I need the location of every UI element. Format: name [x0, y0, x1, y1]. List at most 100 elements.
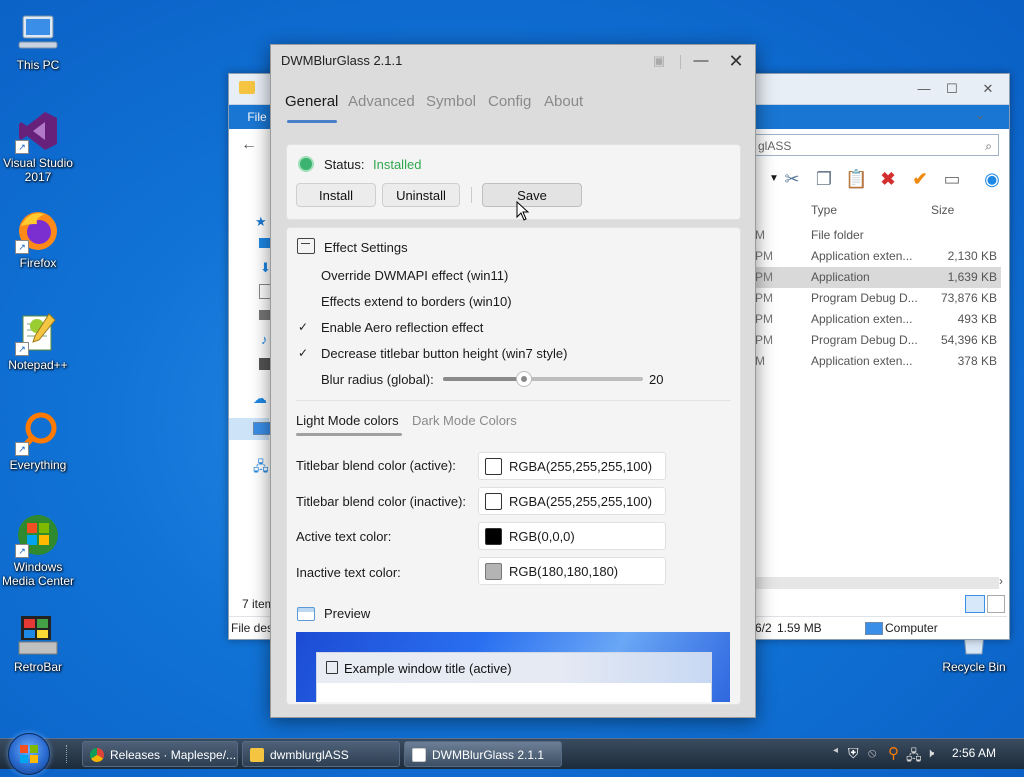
quick-access-star-icon[interactable]: ★	[255, 214, 267, 230]
shell-icon[interactable]: ◉	[981, 168, 1003, 190]
scroll-right-icon[interactable]: ›	[999, 574, 1003, 588]
folder-icon	[239, 81, 255, 94]
taskbar-item-explorer[interactable]: dwmblurglASS	[242, 741, 400, 767]
desktop-icon-everything[interactable]: ↗ Everything	[0, 410, 76, 472]
desktop-icon-firefox[interactable]: ↗ Firefox	[0, 208, 76, 270]
column-header-size[interactable]: Size	[931, 199, 954, 221]
file-row[interactable]: PM Program Debug D... 73,876 KB	[755, 288, 1001, 309]
details-view-icon[interactable]	[965, 595, 985, 613]
status-label: Status:	[324, 157, 365, 172]
tab-config[interactable]: Config	[488, 93, 531, 110]
close-icon[interactable]: ✕	[977, 78, 999, 100]
desktop-icon-label: Recycle Bin	[942, 660, 1006, 674]
folder-icon	[250, 748, 264, 762]
desktop-icon-retrobar[interactable]: RetroBar	[0, 612, 76, 674]
maximize-icon[interactable]: ☐	[941, 78, 963, 100]
override-dwmapi-checkbox[interactable]	[296, 268, 310, 282]
tab-about[interactable]: About	[544, 93, 583, 110]
uninstall-button[interactable]: Uninstall	[382, 183, 460, 207]
cut-icon[interactable]: ✂	[781, 168, 803, 190]
shortcut-arrow-icon: ↗	[15, 240, 29, 254]
file-row[interactable]: PM Program Debug D... 54,396 KB	[755, 330, 1001, 351]
inactive-text-color-field[interactable]: RGB(180,180,180)	[478, 557, 666, 585]
everything-tray-icon[interactable]: ⚲	[888, 744, 899, 762]
tiles-view-icon[interactable]	[987, 595, 1005, 613]
taskbar-item-chrome[interactable]: Releases · Maplespe/...	[82, 741, 238, 767]
taskbar-grip	[66, 745, 71, 763]
tab-general[interactable]: General	[285, 93, 338, 110]
blur-radius-checkbox[interactable]	[296, 372, 310, 386]
dwmblurglass-window[interactable]: DWMBlurGlass 2.1.1 ▣ — ✕ General Advance…	[270, 44, 756, 718]
help-icon[interactable]: ?	[991, 108, 998, 122]
search-input[interactable]: glASS ⌕	[755, 134, 999, 156]
tray-expand-icon[interactable]: ◂	[833, 745, 838, 756]
chrome-icon	[90, 748, 104, 762]
aero-reflection-checkbox[interactable]: ✓	[296, 320, 310, 334]
delete-icon[interactable]: ✖	[877, 168, 899, 190]
onedrive-icon[interactable]: ☁	[253, 390, 267, 407]
titlebar-active-color-field[interactable]: RGBA(255,255,255,100)	[478, 452, 666, 480]
chevron-down-icon[interactable]: ⌄	[975, 108, 985, 122]
save-button[interactable]: Save	[482, 183, 582, 207]
mouse-cursor-icon	[516, 201, 530, 221]
blur-radius-slider-thumb[interactable]	[516, 371, 532, 387]
titlebar-inactive-color-label: Titlebar blend color (inactive):	[296, 494, 467, 509]
desktop-icon-this-pc[interactable]: This PC	[0, 10, 76, 72]
this-pc-icon	[253, 422, 271, 435]
close-icon[interactable]: ✕	[722, 49, 750, 73]
back-arrow-icon[interactable]: ←	[241, 136, 257, 154]
color-tab-indicator	[296, 433, 402, 436]
divider	[296, 400, 731, 401]
tab-light-mode-colors[interactable]: Light Mode colors	[296, 413, 399, 428]
desktop-icon-visual-studio[interactable]: ↗ Visual Studio 2017	[0, 108, 76, 184]
color-swatch	[485, 563, 502, 580]
save-disk-icon[interactable]: ▣	[645, 49, 673, 73]
desktop-icon-label: Firefox	[19, 256, 57, 270]
file-row-selected[interactable]: PM Application 1,639 KB	[755, 267, 1001, 288]
preview-window: Example window title (active)	[316, 652, 712, 702]
active-text-color-field[interactable]: RGB(0,0,0)	[478, 522, 666, 550]
desktop-icon-windows-media-center[interactable]: ↗ Windows Media Center	[0, 512, 76, 588]
color-swatch	[485, 458, 502, 475]
checkmark-icon[interactable]: ✔	[909, 168, 931, 190]
taskbar-item-dwmblurglass[interactable]: DWMBlurGlass 2.1.1	[404, 741, 562, 767]
minimize-icon[interactable]: —	[913, 78, 935, 100]
extend-borders-label: Effects extend to borders (win10)	[321, 294, 512, 309]
windows-media-center-icon: ↗	[15, 512, 61, 558]
start-button[interactable]	[8, 733, 50, 775]
magnifier-icon: ↗	[15, 410, 61, 456]
tab-advanced[interactable]: Advanced	[348, 93, 415, 110]
network-icon[interactable]: 🖧	[253, 456, 269, 480]
status-location: Computer	[885, 621, 938, 635]
file-row[interactable]: M Application exten... 378 KB	[755, 351, 1001, 372]
file-row[interactable]: M File folder	[755, 225, 1001, 246]
color-swatch	[485, 528, 502, 545]
titlebar-height-checkbox[interactable]: ✓	[296, 346, 310, 360]
extend-borders-checkbox[interactable]	[296, 294, 310, 308]
effect-settings-title: Effect Settings	[324, 240, 408, 255]
hidden-tray-icon[interactable]: ⦸	[868, 745, 876, 761]
app-window-icon	[412, 748, 426, 762]
security-shield-icon[interactable]: ⛨	[848, 745, 859, 762]
desktop-icon-notepad-plus-plus[interactable]: ↗ Notepad++	[0, 310, 76, 372]
network-tray-icon[interactable]: 🖧	[906, 745, 922, 769]
tab-symbol[interactable]: Symbol	[426, 93, 476, 110]
blur-radius-value: 20	[649, 372, 664, 387]
paste-icon[interactable]: 📋	[845, 168, 867, 190]
notepad-plus-plus-icon: ↗	[15, 310, 61, 356]
install-button[interactable]: Install	[296, 183, 376, 207]
minimize-icon[interactable]: —	[687, 49, 715, 73]
horizontal-scrollbar[interactable]	[755, 577, 999, 589]
clock[interactable]: 2:56 AM	[952, 746, 996, 760]
rename-icon[interactable]: ▭	[941, 168, 963, 190]
volume-muted-icon[interactable]: 🕨	[926, 745, 934, 761]
file-row[interactable]: PM Application exten... 2,130 KB	[755, 246, 1001, 267]
titlebar-inactive-color-field[interactable]: RGBA(255,255,255,100)	[478, 487, 666, 515]
column-header-type[interactable]: Type	[811, 199, 837, 221]
music-icon[interactable]: ♪	[261, 332, 268, 347]
visual-studio-icon: ↗	[15, 108, 61, 154]
file-row[interactable]: PM Application exten... 493 KB	[755, 309, 1001, 330]
tab-dark-mode-colors[interactable]: Dark Mode Colors	[412, 413, 517, 428]
copy-icon[interactable]: ❐	[813, 168, 835, 190]
desktop-icon-label: Windows Media Center	[1, 560, 75, 588]
